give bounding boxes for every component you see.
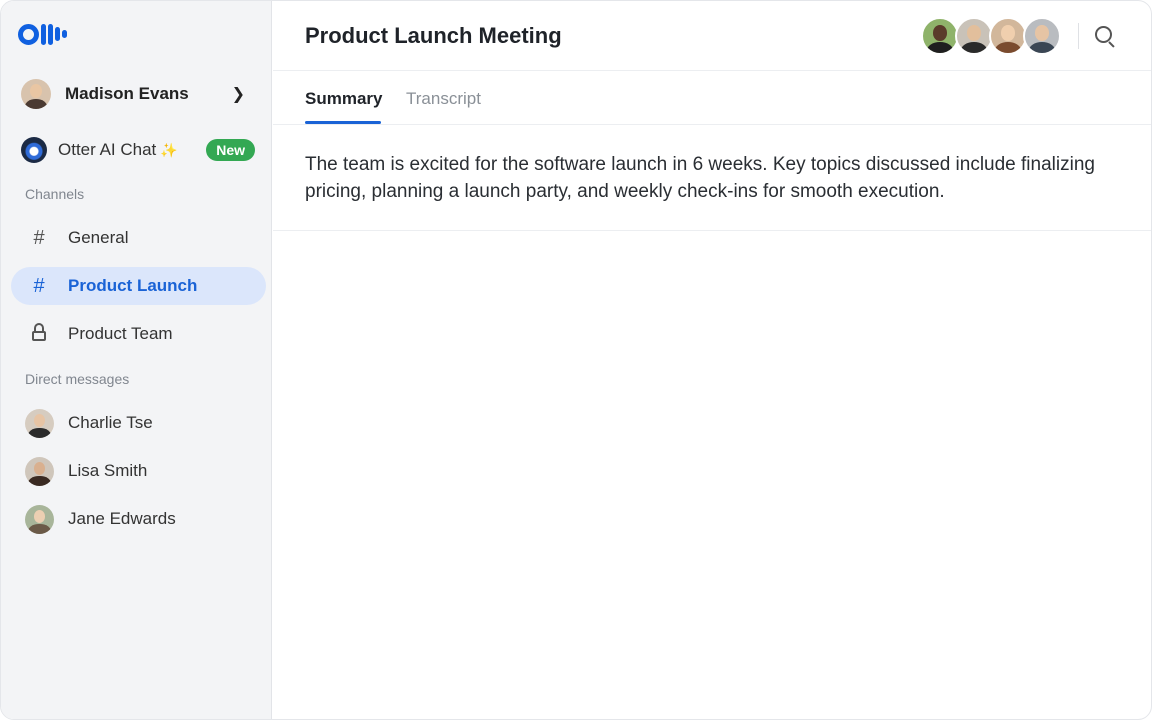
meeting-header: Product Launch Meeting bbox=[273, 1, 1151, 71]
summary-text: The team is excited for the software lau… bbox=[305, 154, 1095, 202]
hash-icon: # bbox=[33, 274, 45, 297]
dm-item-jane-edwards[interactable]: Jane Edwards bbox=[25, 504, 176, 534]
active-tab-indicator bbox=[305, 121, 381, 124]
dm-label: Charlie Tse bbox=[68, 413, 153, 432]
otter-ai-icon bbox=[21, 137, 47, 163]
hash-icon: # bbox=[33, 226, 45, 249]
app-window: Madison Evans ❯ Otter AI Chat ✨ New Chan… bbox=[0, 0, 1152, 720]
lock-icon bbox=[32, 323, 46, 343]
otter-logo[interactable] bbox=[18, 23, 67, 45]
sparkle-icon: ✨ bbox=[160, 141, 178, 158]
dm-label: Lisa Smith bbox=[68, 461, 148, 480]
header-divider bbox=[1078, 23, 1079, 49]
user-avatar bbox=[21, 79, 51, 109]
main-panel: Product Launch Meeting Summary Transcrip… bbox=[273, 1, 1151, 719]
participant-avatar[interactable] bbox=[989, 17, 1027, 55]
channel-item-product-launch[interactable]: # Product Launch bbox=[11, 267, 266, 305]
participant-avatar[interactable] bbox=[1023, 17, 1061, 55]
dm-item-charlie-tse[interactable]: Charlie Tse bbox=[25, 408, 153, 438]
search-icon[interactable] bbox=[1095, 26, 1117, 48]
summary-section: The team is excited for the software lau… bbox=[273, 125, 1151, 231]
dm-label: Jane Edwards bbox=[68, 509, 176, 528]
channel-label: Product Launch bbox=[68, 276, 198, 295]
ai-chat-label: Otter AI Chat bbox=[58, 140, 157, 159]
new-badge: New bbox=[206, 139, 255, 161]
channel-label: General bbox=[68, 228, 129, 247]
otter-ai-chat-item[interactable]: Otter AI Chat ✨ New bbox=[21, 136, 255, 164]
channel-label: Product Team bbox=[68, 324, 173, 343]
tab-summary[interactable]: Summary bbox=[305, 89, 382, 109]
chevron-right-icon: ❯ bbox=[231, 86, 245, 103]
page-title: Product Launch Meeting bbox=[305, 23, 562, 48]
channels-section-label: Channels bbox=[25, 186, 85, 202]
channel-item-product-team[interactable]: Product Team bbox=[11, 315, 266, 353]
avatar bbox=[25, 504, 54, 534]
direct-messages-section-label: Direct messages bbox=[25, 371, 130, 387]
user-name: Madison Evans bbox=[65, 84, 189, 103]
avatar bbox=[25, 408, 54, 438]
participant-avatar[interactable] bbox=[921, 17, 959, 55]
participant-avatar[interactable] bbox=[955, 17, 993, 55]
dm-item-lisa-smith[interactable]: Lisa Smith bbox=[25, 456, 147, 486]
channel-item-general[interactable]: # General bbox=[11, 219, 266, 257]
tab-transcript[interactable]: Transcript bbox=[406, 89, 481, 109]
user-profile-row[interactable]: Madison Evans ❯ bbox=[21, 78, 253, 110]
participant-avatars[interactable] bbox=[921, 17, 1061, 55]
avatar bbox=[25, 456, 54, 486]
sidebar: Madison Evans ❯ Otter AI Chat ✨ New Chan… bbox=[1, 1, 272, 719]
meeting-tabs: Summary Transcript bbox=[273, 71, 1151, 125]
